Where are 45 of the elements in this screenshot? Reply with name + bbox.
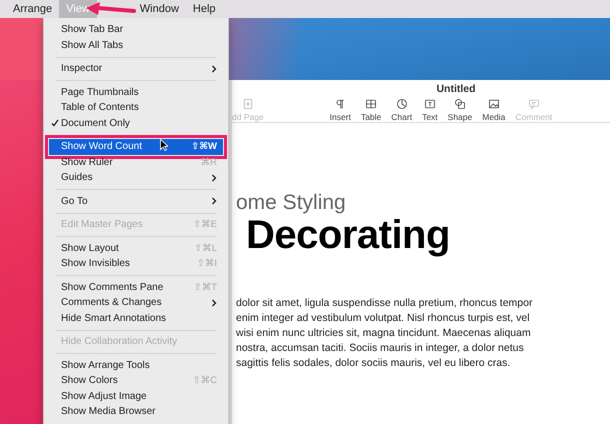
- comment-icon: [528, 98, 540, 110]
- menu-item[interactable]: Hide Smart Annotations: [49, 310, 223, 326]
- menu-item[interactable]: Show Ruler ⌘R: [49, 154, 223, 170]
- body-text-line: wisi enim nunc ultricies sit, magna tincidunt. Maecenas aliquam: [236, 326, 532, 341]
- toolbar-button[interactable]: Media: [477, 98, 510, 122]
- menubar-item[interactable]: Window: [132, 0, 186, 18]
- menu-item[interactable]: Show Arrange Tools: [49, 358, 223, 373]
- menu-item[interactable]: Inspector: [49, 61, 223, 76]
- toolbar-button[interactable]: Table: [356, 98, 386, 122]
- toolbar-button[interactable]: Chart: [386, 98, 418, 122]
- menu-item[interactable]: Document Only: [49, 116, 223, 131]
- menu-item[interactable]: Comments & Changes: [49, 295, 223, 310]
- pointer-cursor-icon: [160, 139, 168, 151]
- menu-item[interactable]: Go To: [49, 194, 223, 209]
- toolbar-button[interactable]: Shape: [442, 98, 478, 122]
- table-icon: [365, 98, 378, 110]
- document-title: Decorating: [246, 213, 451, 258]
- menubar-item[interactable]: Arrange: [6, 0, 60, 18]
- menu-item[interactable]: Show Adjust Image: [49, 388, 223, 404]
- chart-icon: [396, 98, 408, 110]
- menu-item[interactable]: Show Layout ⇧⌘L: [49, 240, 223, 256]
- menu-item[interactable]: Show Colors ⇧⌘C: [49, 373, 223, 388]
- document-subtitle: ome Styling: [236, 191, 347, 215]
- toolbar-button[interactable]: Insert: [324, 98, 356, 122]
- media-icon: [488, 98, 500, 110]
- menu-item[interactable]: Show Comments Pane ⇧⌘T: [49, 280, 223, 295]
- body-text-line: enim integer ad vestibulum volutpat. Nisl rhoncus turpis est, vel: [236, 311, 531, 326]
- menu-item[interactable]: Show Tab Bar: [49, 22, 223, 38]
- menubar-item[interactable]: Help: [186, 0, 223, 18]
- shape-icon: [454, 98, 466, 110]
- menu-item[interactable]: Table of Contents: [49, 100, 223, 116]
- body-text-line: dolor sit amet, ligula suspendisse nulla pretium, rhoncus tempor: [236, 296, 534, 311]
- body-text-line: nostra, accumsan taciti. Sociis mauris in integer, a dolor netus: [236, 341, 525, 356]
- body-text-line: sagittis felis sodales, dolor sociis mauris, vel eu libero cras.: [236, 356, 512, 371]
- insert-icon: [334, 98, 346, 110]
- menu-item[interactable]: Show Invisibles ⇧⌘I: [49, 256, 223, 272]
- toolbar-button[interactable]: Text: [417, 98, 443, 122]
- menu-item[interactable]: Show Media Browser: [49, 404, 223, 420]
- menu-item[interactable]: Page Thumbnails: [49, 84, 223, 100]
- text-icon: [424, 98, 436, 110]
- menu-item[interactable]: Guides: [49, 170, 223, 186]
- menu-item[interactable]: Show Word Count ⇧⌘W: [49, 139, 223, 154]
- menu-item[interactable]: Show All Tabs: [49, 38, 223, 53]
- add-page-icon: [242, 98, 254, 110]
- window-title: Untitled: [435, 82, 477, 95]
